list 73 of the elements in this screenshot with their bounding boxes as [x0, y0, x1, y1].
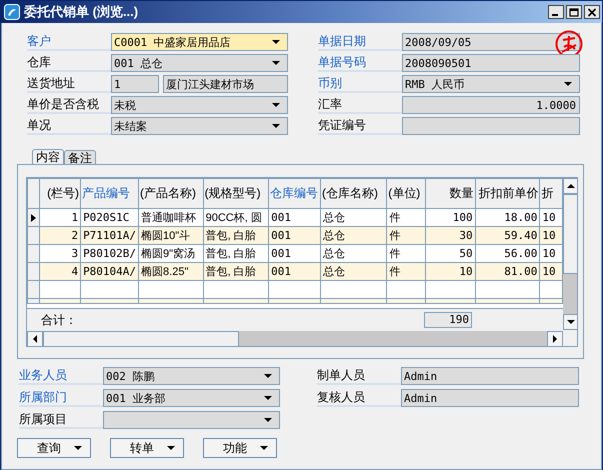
table-cell: 10: [540, 226, 562, 244]
dropdown-field[interactable]: [103, 411, 280, 429]
input-field[interactable]: Admin: [401, 367, 579, 385]
table-cell: 001: [268, 262, 321, 280]
close-button[interactable]: [584, 5, 600, 19]
table-cell: 普包, 白胎: [203, 226, 269, 244]
column-header[interactable]: (规格型号): [203, 178, 269, 208]
dropdown-field[interactable]: 001 业务部: [103, 389, 280, 407]
vertical-scrollbar[interactable]: [563, 178, 577, 330]
caret-icon: [264, 374, 272, 378]
column-header[interactable]: (栏号): [39, 178, 81, 208]
table-cell: 普包, 白胎: [203, 262, 269, 280]
table-cell: 件: [386, 262, 426, 280]
input-field[interactable]: [402, 117, 580, 135]
table-cell: 椭圆8.25": [138, 262, 204, 280]
column-header[interactable]: 折扣前单价: [475, 178, 540, 208]
table-cell: 总仓: [320, 226, 387, 244]
caret-icon: [272, 103, 280, 107]
maximize-button[interactable]: [566, 5, 582, 19]
dropdown-field[interactable]: 002 陈鹏: [103, 367, 280, 385]
table-cell: 59.40: [475, 226, 540, 244]
table-cell: P80104A/: [80, 262, 139, 280]
table-cell: 10: [425, 262, 476, 280]
tab[interactable]: 备注: [64, 150, 96, 164]
table-cell: 2: [39, 226, 81, 244]
total-value: 190: [424, 312, 472, 328]
caret-icon: [264, 396, 272, 400]
caret-icon: [264, 418, 272, 422]
column-header[interactable]: (产品名称): [138, 178, 204, 208]
input-field[interactable]: 1.0000: [402, 96, 580, 114]
column-header[interactable]: 折: [540, 178, 562, 208]
table-cell: 10: [540, 262, 562, 280]
minimize-icon: [552, 14, 558, 16]
dropdown-field[interactable]: RMB 人民币: [402, 75, 580, 93]
close-icon: [587, 8, 597, 16]
caret-icon: [272, 124, 280, 128]
caret-icon: [564, 82, 572, 86]
minimize-button[interactable]: [548, 5, 564, 19]
table-cell: 总仓: [320, 262, 387, 280]
column-header[interactable]: 产品编号: [80, 178, 139, 208]
dropdown-field[interactable]: 未结案: [111, 117, 288, 135]
dropdown-field[interactable]: 001 总仓: [111, 54, 288, 72]
table-cell: P71101A/: [80, 226, 139, 244]
table-cell: 81.00: [475, 262, 540, 280]
caret-icon: [272, 61, 280, 65]
row-header[interactable]: [28, 208, 40, 226]
caret-icon: [272, 40, 280, 44]
column-header[interactable]: (仓库名称): [320, 178, 387, 208]
column-header[interactable]: 仓库编号: [268, 178, 321, 208]
table-cell: 椭圆10"斗: [138, 226, 204, 244]
menu-button[interactable]: 转单: [110, 438, 184, 458]
menu-button[interactable]: 功能: [203, 438, 277, 458]
table-cell: 30: [425, 226, 476, 244]
table-cell: 4: [39, 262, 81, 280]
tab[interactable]: 内容: [32, 149, 64, 164]
input-field[interactable]: 1: [111, 75, 159, 93]
table-cell: 001: [268, 226, 321, 244]
dropdown-field[interactable]: 未税: [111, 96, 288, 114]
input-field[interactable]: Admin: [401, 389, 579, 407]
table-cell: 件: [386, 226, 426, 244]
column-header[interactable]: (单位): [386, 178, 426, 208]
dropdown-field[interactable]: C0001 中盛家居用品店: [111, 33, 288, 51]
menu-button[interactable]: 查询: [17, 438, 91, 458]
maximize-icon: [569, 8, 579, 16]
input-field[interactable]: 2008090501: [402, 54, 580, 72]
window-title: 委托代销单 (浏览...): [24, 3, 140, 21]
input-field[interactable]: 厦门江头建材市场: [163, 75, 288, 93]
row-pointer-icon: [31, 214, 36, 222]
app-icon: [4, 4, 20, 20]
column-header[interactable]: 数量: [425, 178, 476, 208]
input-field[interactable]: 2008/09/05: [402, 33, 580, 51]
total-label: 合计：: [41, 312, 77, 328]
horizontal-scrollbar[interactable]: [27, 331, 563, 346]
